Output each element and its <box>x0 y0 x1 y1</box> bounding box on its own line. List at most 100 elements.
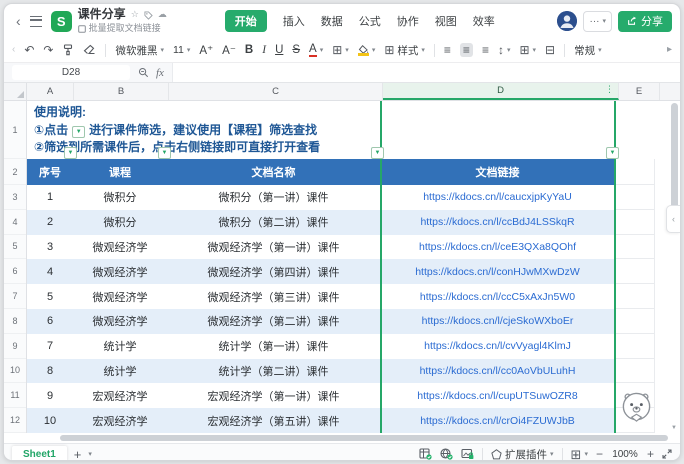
merge-cells-dropdown[interactable]: ⊞▾ <box>519 44 536 56</box>
row-header-1[interactable]: 1 <box>4 101 26 159</box>
inline-filter-icon[interactable]: ▼ <box>72 126 85 138</box>
sheet-list-icon[interactable]: ▾ <box>88 450 92 458</box>
format-eraser-icon[interactable] <box>83 44 96 56</box>
instructions-cell[interactable]: 使用说明: ①点击▼进行课件筛选，建议使用【课程】筛选查找 ②筛选到所需课件后，… <box>27 101 680 159</box>
link-cell-D5[interactable]: https://kdocs.cn/l/ceE3QXa8QOhf <box>380 235 615 260</box>
cell-C7[interactable]: 微观经济学（第三讲）课件 <box>167 284 380 309</box>
font-color-dropdown[interactable]: A▾ <box>309 43 323 57</box>
cell-C8[interactable]: 微观经济学（第二讲）课件 <box>167 309 380 334</box>
strikethrough-button[interactable]: S <box>292 44 300 56</box>
zoom-level[interactable]: 100% <box>611 449 639 460</box>
name-box[interactable]: D28 <box>12 65 130 80</box>
cell-B7[interactable]: 微观经济学 <box>73 284 167 309</box>
cell-A9[interactable]: 7 <box>27 334 73 359</box>
hamburger-menu-icon[interactable] <box>30 16 42 27</box>
row-header-9[interactable]: 9 <box>4 334 26 359</box>
menu-tab-视图[interactable]: 视图 <box>435 13 457 29</box>
row-header-5[interactable]: 5 <box>4 235 26 260</box>
row-header-2[interactable]: 2 <box>4 159 26 185</box>
tag-icon[interactable] <box>144 11 153 20</box>
row-header-12[interactable]: 12 <box>4 408 26 433</box>
column-header-C[interactable]: C <box>169 83 383 100</box>
align-left-icon[interactable]: ≡ <box>444 44 451 56</box>
cell-B5[interactable]: 微观经济学 <box>73 235 167 260</box>
fullscreen-icon[interactable] <box>662 449 672 459</box>
underline-button[interactable]: U <box>275 44 283 56</box>
wrap-text-icon[interactable]: ⊟ <box>545 44 555 56</box>
fill-color-dropdown[interactable]: ▾ <box>358 45 376 56</box>
row-header-10[interactable]: 10 <box>4 359 26 384</box>
column-header-E[interactable]: E <box>619 83 660 100</box>
row-header-7[interactable]: 7 <box>4 284 26 309</box>
table-header-4[interactable]: 文档链接 <box>380 159 615 185</box>
cell-B3[interactable]: 微积分 <box>73 185 167 210</box>
cell-A3[interactable]: 1 <box>27 185 73 210</box>
horizontal-scrollbar[interactable] <box>60 435 668 441</box>
table-header-1[interactable]: 序号 <box>27 159 73 185</box>
cell-E10[interactable] <box>615 359 655 384</box>
back-icon[interactable]: ‹ <box>16 13 21 29</box>
cell-A7[interactable]: 5 <box>27 284 73 309</box>
add-sheet-icon[interactable]: + <box>74 448 82 461</box>
filter-dropdown-column-b[interactable]: ▼ <box>158 147 171 159</box>
user-avatar[interactable] <box>557 11 577 31</box>
star-icon[interactable]: ☆ <box>131 10 139 20</box>
cell-B4[interactable]: 微积分 <box>73 210 167 235</box>
menu-tab-效率[interactable]: 效率 <box>473 13 495 29</box>
cloud-sync-icon[interactable]: ☁ <box>158 10 167 20</box>
zoom-out-icon[interactable]: − <box>596 448 603 460</box>
share-button[interactable]: 分享 <box>618 11 672 32</box>
menu-tab-协作[interactable]: 协作 <box>397 13 419 29</box>
bold-button[interactable]: B <box>245 44 253 56</box>
cell-A5[interactable]: 3 <box>27 235 73 260</box>
table-header-2[interactable]: 课程 <box>73 159 167 185</box>
italic-button[interactable]: I <box>262 44 266 56</box>
cell-C11[interactable]: 宏观经济学（第一讲）课件 <box>167 383 380 408</box>
cell-E3[interactable] <box>615 185 655 210</box>
cell-A12[interactable]: 10 <box>27 408 73 433</box>
cell-C4[interactable]: 微积分（第二讲）课件 <box>167 210 380 235</box>
assistant-mascot[interactable] <box>619 390 654 425</box>
cell-C10[interactable]: 统计学（第二讲）课件 <box>167 359 380 384</box>
image-protect-icon[interactable] <box>461 448 474 460</box>
menu-tab-开始[interactable]: 开始 <box>225 10 267 32</box>
fx-icon[interactable]: fx <box>156 67 164 79</box>
link-cell-D3[interactable]: https://kdocs.cn/l/caucxjpKyYaU <box>380 185 615 210</box>
undo-icon[interactable]: ↶ <box>24 44 34 56</box>
link-cell-D11[interactable]: https://kdocs.cn/l/cupUTSuwOZR8 <box>380 383 615 408</box>
column-header-B[interactable]: B <box>74 83 169 100</box>
cell-E6[interactable] <box>615 259 655 284</box>
cell-A6[interactable]: 4 <box>27 259 73 284</box>
filter-dropdown-column-d[interactable]: ▼ <box>606 147 619 159</box>
align-center-icon[interactable]: ≡ <box>460 43 473 57</box>
row-header-8[interactable]: 8 <box>4 309 26 334</box>
increase-font-icon[interactable]: A⁺ <box>199 43 213 57</box>
cell-E4[interactable] <box>615 210 655 235</box>
select-all-corner[interactable] <box>4 83 27 100</box>
row-header-11[interactable]: 11 <box>4 383 26 408</box>
sidebar-collapse-handle[interactable]: ‹ <box>666 205 680 233</box>
cell-C12[interactable]: 宏观经济学（第五讲）课件 <box>167 408 380 433</box>
vertical-align-dropdown[interactable]: ↕▾ <box>498 44 511 56</box>
cell-B6[interactable]: 微观经济学 <box>73 259 167 284</box>
cell-A8[interactable]: 6 <box>27 309 73 334</box>
cell-C5[interactable]: 微观经济学（第一讲）课件 <box>167 235 380 260</box>
zoom-in-icon[interactable]: + <box>647 448 654 460</box>
cell-E7[interactable] <box>615 284 655 309</box>
web-publish-icon[interactable] <box>440 448 453 460</box>
cell-B8[interactable]: 微观经济学 <box>73 309 167 334</box>
row-header-3[interactable]: 3 <box>4 185 26 210</box>
link-cell-D10[interactable]: https://kdocs.cn/l/cc0AoVbULuhH <box>380 359 615 384</box>
magnifier-icon[interactable] <box>138 67 149 78</box>
cell-E2[interactable] <box>615 159 655 185</box>
cell-C6[interactable]: 微观经济学（第四讲）课件 <box>167 259 380 284</box>
document-subtitle[interactable]: 批量提取文档链接 <box>89 24 161 34</box>
font-name-dropdown[interactable]: 微软雅黑▾ <box>115 43 164 58</box>
menu-tab-公式[interactable]: 公式 <box>359 13 381 29</box>
decrease-font-icon[interactable]: A⁻ <box>222 43 236 57</box>
column-menu-icon[interactable]: ⋮ <box>605 85 614 94</box>
column-header-A[interactable]: A <box>27 83 74 100</box>
extensions-button[interactable]: 扩展插件▾ <box>491 447 554 462</box>
link-cell-D4[interactable]: https://kdocs.cn/l/ccBdJ4LSSkqR <box>380 210 615 235</box>
cell-C3[interactable]: 微积分（第一讲）课件 <box>167 185 380 210</box>
